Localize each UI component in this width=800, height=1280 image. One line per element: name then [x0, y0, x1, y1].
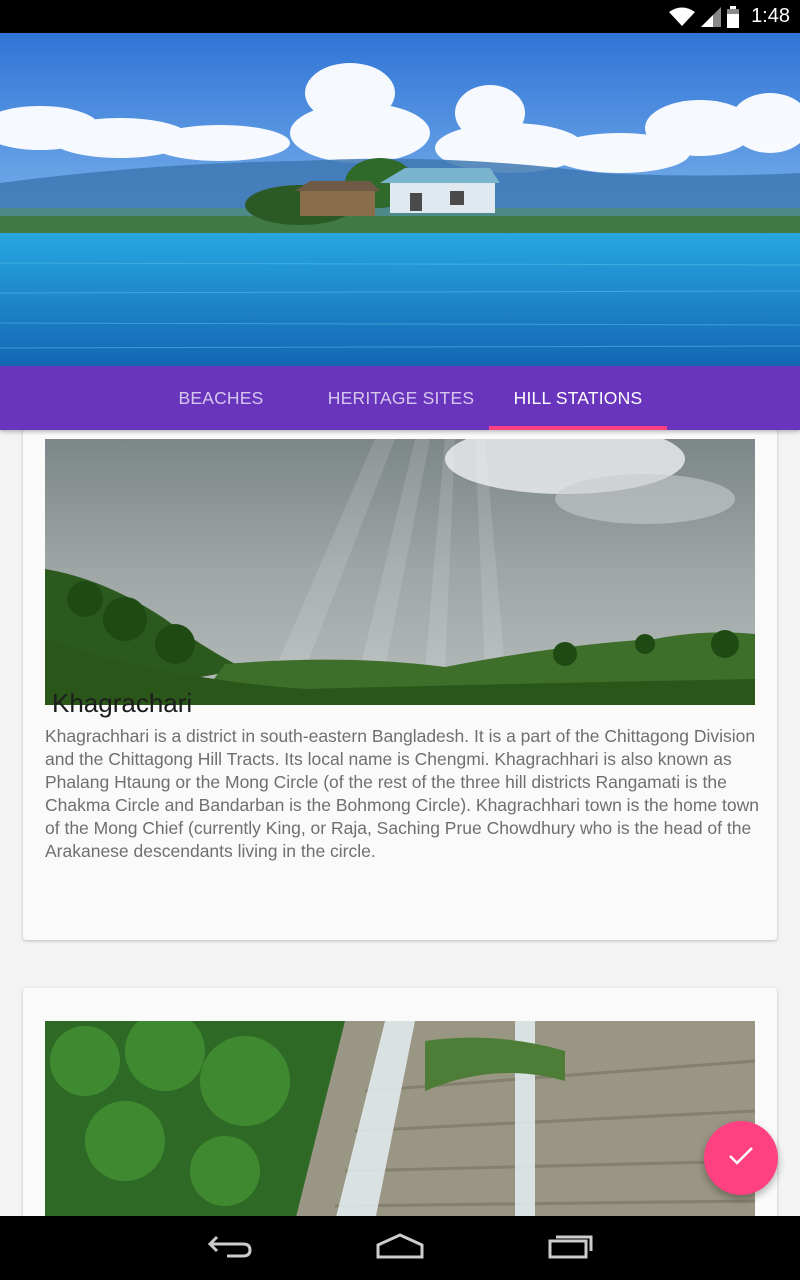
status-time: 1:48: [751, 5, 790, 27]
back-icon: [207, 1233, 253, 1264]
card-description: Khagrachhari is a district in south-east…: [45, 726, 759, 861]
status-bar: 1:48: [0, 0, 800, 33]
card-title: Khagrachari: [52, 688, 193, 718]
card-list[interactable]: Khagrachari Khagrachhari is a district i…: [0, 430, 800, 1216]
cell-signal-icon: [701, 6, 722, 27]
home-button[interactable]: [360, 1226, 440, 1270]
card-second[interactable]: [23, 988, 777, 1216]
home-icon: [375, 1232, 425, 1264]
back-button[interactable]: [190, 1226, 270, 1270]
recents-button[interactable]: [530, 1226, 610, 1270]
card-image: [45, 1021, 755, 1216]
card-image: [45, 439, 755, 705]
battery-icon: [727, 5, 740, 28]
system-nav-bar: [0, 1216, 800, 1280]
tab-hill-stations[interactable]: HILL STATIONS: [489, 366, 667, 430]
card-khagrachari[interactable]: Khagrachari Khagrachhari is a district i…: [23, 430, 777, 940]
tab-bar: BEACHES HERITAGE SITES HILL STATIONS: [0, 366, 800, 430]
confirm-fab[interactable]: [704, 1121, 778, 1195]
recents-icon: [547, 1233, 593, 1264]
wifi-icon: [669, 7, 696, 27]
tab-heritage-sites[interactable]: HERITAGE SITES: [318, 366, 484, 430]
tab-indicator: [489, 426, 667, 430]
check-icon: [728, 1146, 754, 1171]
tab-beaches[interactable]: BEACHES: [160, 366, 282, 430]
header-image: [0, 33, 800, 366]
